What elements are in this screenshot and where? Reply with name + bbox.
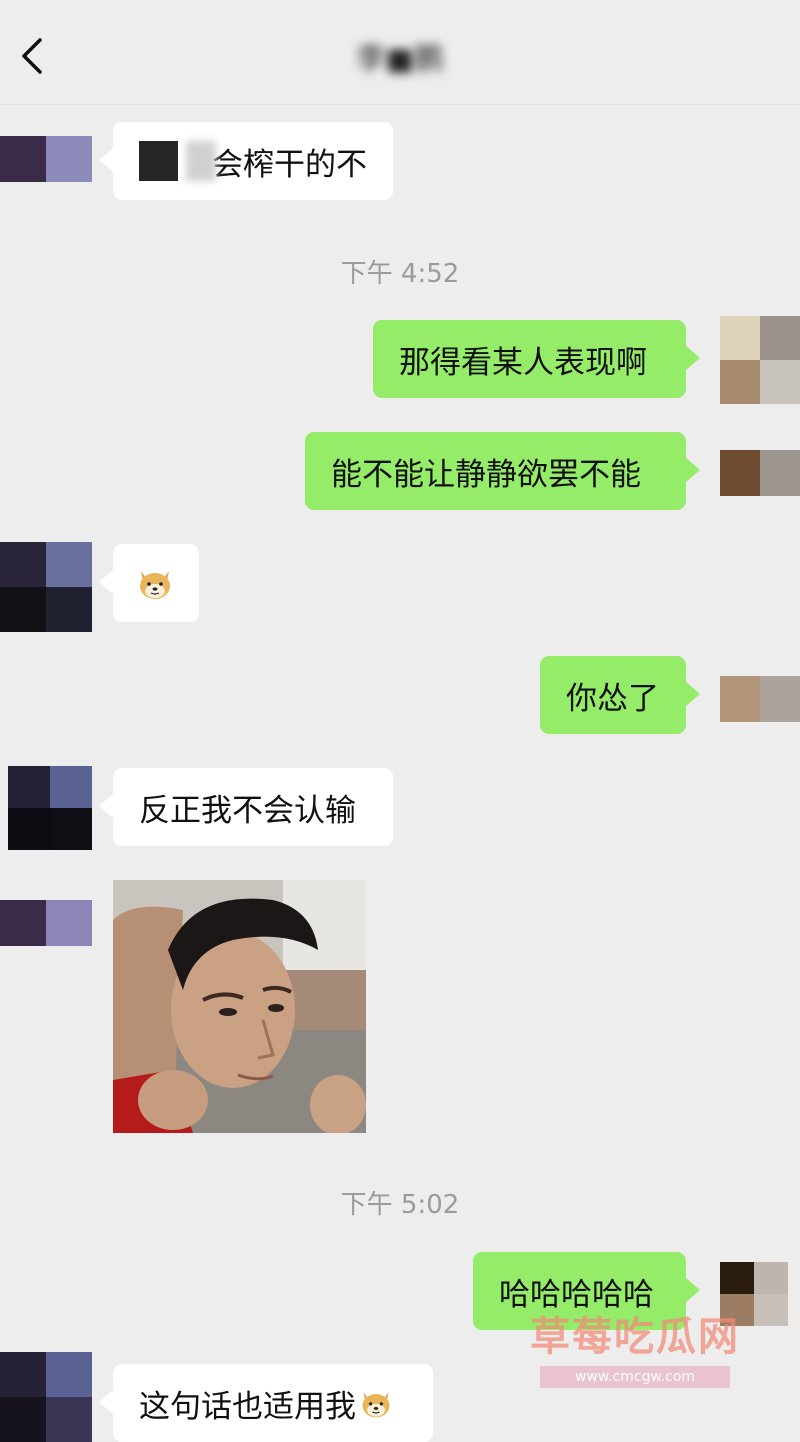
message-text: 你怂了: [566, 680, 659, 717]
timestamp: 下午 5:02: [340, 1190, 460, 1220]
message-bubble-incoming[interactable]: [99, 544, 199, 622]
message-bubble-outgoing[interactable]: 那得看某人表现啊: [373, 320, 700, 398]
mosaic-redaction: [139, 141, 178, 181]
message-text: 反正我不会认输: [139, 792, 356, 829]
avatar-self[interactable]: [720, 450, 800, 496]
avatar-self[interactable]: [720, 316, 800, 404]
message-text: 会榨干的不: [212, 146, 367, 183]
doge-emoji-icon: [140, 571, 170, 599]
chat-header: 李■鹏: [0, 0, 800, 105]
photo-sticker[interactable]: [113, 880, 366, 1133]
message-bubble-outgoing[interactable]: 能不能让静静欲罢不能: [305, 432, 700, 510]
timestamp: 下午 4:52: [340, 259, 460, 289]
blur-redaction: [185, 141, 216, 181]
avatar-contact[interactable]: [0, 542, 92, 632]
message-bubble-incoming[interactable]: 会榨干的不: [99, 122, 393, 200]
doge-emoji-icon: [362, 1392, 390, 1418]
message-bubble-incoming[interactable]: 这句话也适用我: [99, 1364, 433, 1442]
avatar-self[interactable]: [720, 676, 800, 722]
message-text: 这句话也适用我: [139, 1388, 356, 1425]
watermark-logo: 草莓吃瓜网: [530, 1314, 740, 1360]
avatar-contact[interactable]: [0, 136, 92, 182]
watermark-url: www.cmcgw.com: [540, 1366, 730, 1388]
avatar-contact[interactable]: [0, 900, 92, 946]
message-text: 那得看某人表现啊: [399, 344, 647, 381]
message-bubble-incoming[interactable]: 反正我不会认输: [99, 768, 393, 846]
chat-title: 李■鹏: [355, 42, 445, 77]
photo-image: [113, 880, 366, 1133]
avatar-contact[interactable]: [0, 1352, 92, 1442]
chevron-left-icon[interactable]: [14, 34, 50, 78]
message-bubble-outgoing[interactable]: 你怂了: [540, 656, 700, 734]
message-text: 能不能让静静欲罢不能: [331, 456, 641, 493]
avatar-contact[interactable]: [8, 766, 92, 850]
